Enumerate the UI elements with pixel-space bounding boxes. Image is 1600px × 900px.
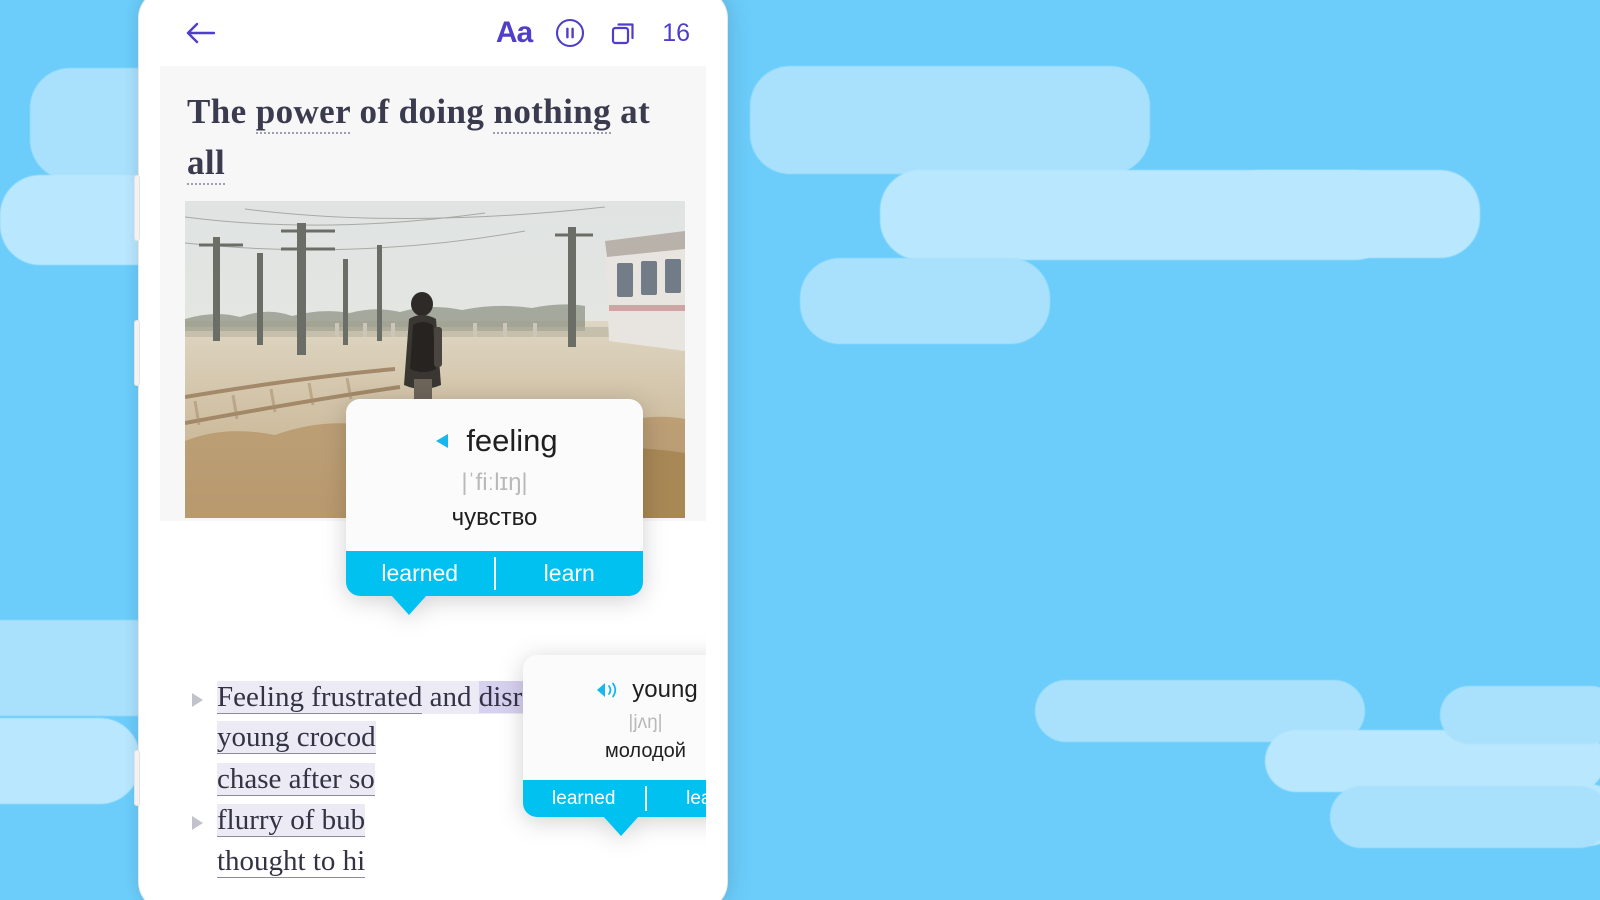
title-word-underlined[interactable]: nothing	[493, 92, 612, 134]
back-button[interactable]	[180, 13, 220, 53]
word-popup-translation: чувство	[451, 503, 538, 531]
volume-down-button[interactable]	[134, 320, 140, 386]
word-popup-ipa: |ˈfiːlɪŋ|	[461, 468, 528, 496]
learn-button[interactable]: learn	[496, 551, 644, 596]
learn-button[interactable]: learn	[647, 780, 706, 817]
screenshot-root: Aa 16 The power of doing nothing at all …	[0, 0, 1600, 900]
paragraph-bullet	[192, 693, 203, 707]
promo-headline-line-1: СОВРЕМЕННЫЕ	[1487, 440, 1600, 518]
word-popup-word: feeling	[466, 422, 558, 458]
font-size-button[interactable]: Aa	[496, 18, 533, 48]
pause-button[interactable]	[554, 17, 586, 49]
word-popup-actions: learned learn	[523, 780, 706, 836]
body-word[interactable]: flurry of bub	[217, 804, 366, 837]
phone-device: Aa 16 The power of doing nothing at all …	[134, 0, 727, 900]
word-count-badge[interactable]: 16	[662, 19, 690, 48]
word-popup-card: young |jʌŋ| молодой	[523, 655, 706, 780]
learned-button[interactable]: learned	[346, 551, 494, 596]
body-word[interactable]: thought to hi	[217, 845, 366, 878]
phone-screen: Aa 16 The power of doing nothing at all …	[160, 0, 706, 900]
toolbar-actions: Aa 16	[496, 17, 690, 49]
reader-toolbar: Aa 16	[160, 0, 706, 66]
word-popup-header: young	[593, 676, 698, 704]
title-word-underlined[interactable]: power	[255, 92, 351, 134]
cards-button[interactable]	[608, 17, 640, 49]
promo-panel: СОВРЕМЕННЫЕ СТАТЬИ С АУДИО	[727, 0, 1600, 900]
speaker-wave-icon[interactable]	[593, 680, 619, 700]
duplicate-cards-icon	[612, 23, 634, 45]
title-word: The	[187, 92, 256, 131]
title-word-underlined[interactable]: all	[187, 143, 226, 186]
popup-pointer	[603, 816, 639, 836]
article-title: The power of doing nothing at all	[187, 86, 687, 189]
power-button[interactable]	[134, 750, 140, 806]
volume-up-button[interactable]	[134, 175, 140, 241]
word-popup-ipa: |jʌŋ|	[628, 712, 663, 733]
speaker-play-icon[interactable]	[431, 430, 453, 452]
word-popup-header: feeling	[431, 422, 558, 459]
paragraph-bullet	[192, 816, 203, 830]
word-popup-word: young	[632, 676, 698, 703]
divider	[493, 557, 496, 590]
body-word[interactable]: young crocod	[217, 721, 376, 754]
pause-circle-icon	[556, 18, 585, 48]
word-popup-young: young |jʌŋ| молодой learned learn	[523, 655, 706, 836]
arrow-left-icon	[186, 22, 215, 44]
word-popup-actions: learned learn	[346, 551, 644, 615]
popup-pointer	[391, 595, 427, 615]
promo-headline: СОВРЕМЕННЫЕ СТАТЬИ С АУДИО	[1487, 440, 1600, 674]
promo-headline-line-2: СТАТЬИ	[1487, 518, 1600, 596]
title-word: of doing	[350, 92, 494, 131]
word-popup-feeling: feeling |ˈfiːlɪŋ| чувство learned learn	[346, 399, 644, 615]
divider	[644, 786, 647, 811]
body-line: thought to hi	[217, 845, 366, 878]
promo-headline-line-3: С АУДИО	[1487, 596, 1600, 674]
cloud-shape	[0, 718, 140, 804]
word-popup-translation: молодой	[605, 740, 686, 762]
body-word[interactable]: Feeling frustrated	[217, 681, 423, 714]
body-line: chase after so	[217, 763, 375, 796]
learned-button[interactable]: learned	[523, 780, 645, 817]
body-word[interactable]: chase after so	[217, 763, 375, 796]
body-line: young crocod	[217, 721, 376, 754]
word-popup-card: feeling |ˈfiːlɪŋ| чувство	[346, 399, 643, 551]
title-word: at	[611, 92, 651, 131]
body-line: flurry of bub	[217, 804, 366, 837]
